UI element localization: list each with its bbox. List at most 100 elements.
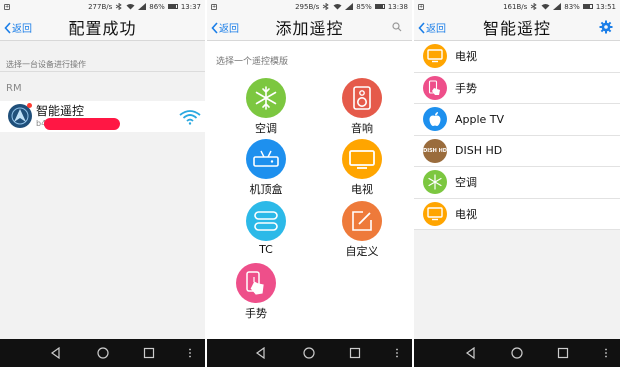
- page-title: 智能遥控: [482, 18, 551, 38]
- page-title: 添加遥控: [275, 18, 344, 38]
- item-icon-bg: [423, 170, 447, 195]
- clock: 13:38: [387, 2, 408, 11]
- bluetooth-icon: [531, 3, 537, 10]
- snowflake-icon: [255, 86, 277, 110]
- chevron-left-icon: [4, 21, 11, 34]
- remote-list: 电视 手势 Apple TV DISH HD DISH HD 空调 电视: [414, 41, 620, 230]
- item-icon-bg: [423, 201, 447, 226]
- chevron-left-icon: [418, 21, 425, 34]
- signal-icon: [138, 3, 147, 10]
- dish-icon: DISH HD: [423, 138, 447, 163]
- redaction-mark: [44, 118, 120, 130]
- navigation-bar: 返回 添加遥控: [207, 13, 412, 41]
- group-label: RM: [6, 83, 22, 94]
- template-label: 电视: [351, 183, 373, 196]
- template-tv[interactable]: 电视: [332, 139, 392, 197]
- list-item[interactable]: 手势: [414, 72, 620, 104]
- back-button[interactable]: 返回: [4, 20, 32, 35]
- template-icon-bg: [342, 139, 382, 179]
- device-name: 智能遥控: [36, 104, 85, 118]
- bluetooth-icon: [116, 3, 122, 10]
- nav-recents-icon[interactable]: [349, 347, 361, 359]
- notification-icon: +: [4, 3, 10, 10]
- new-indicator-dot: [27, 103, 32, 108]
- wifi-status-icon: [333, 4, 342, 10]
- list-item[interactable]: DISH HD DISH HD: [414, 135, 620, 167]
- search-icon[interactable]: [392, 22, 402, 32]
- list-item[interactable]: Apple TV: [414, 104, 620, 136]
- nav-more-icon[interactable]: [184, 347, 196, 359]
- template-icon-bg: [246, 78, 286, 118]
- item-icon-bg: [423, 75, 447, 100]
- chevron-left-icon: [211, 21, 218, 34]
- item-label: 电视: [455, 50, 477, 64]
- phone-screen-add-remote: + 295B/s 85% 13:38 返回 添加遥控 选择一个遥控模版 空调 音…: [207, 0, 412, 367]
- list-item[interactable]: 电视: [414, 198, 620, 230]
- bluetooth-icon: [323, 3, 329, 10]
- list-item[interactable]: 空调: [414, 167, 620, 199]
- template-label: 手势: [245, 307, 267, 320]
- template-label: 音响: [351, 122, 373, 135]
- item-label: Apple TV: [455, 112, 505, 126]
- template-tc[interactable]: TC: [236, 201, 296, 256]
- status-bar: + 277B/s 86% 13:37: [0, 0, 205, 13]
- template-icon-bg: [236, 263, 276, 303]
- navigation-bar: 返回 智能遥控: [414, 13, 620, 41]
- system-nav-bar: [414, 339, 620, 367]
- tv-icon: [349, 150, 375, 169]
- navigation-bar: 返回 配置成功: [0, 13, 205, 41]
- nav-home-icon[interactable]: [511, 347, 523, 359]
- nav-back-icon[interactable]: [50, 347, 62, 359]
- status-bar: + 161B/s 83% 13:51: [414, 0, 620, 13]
- template-gesture[interactable]: 手势: [226, 263, 286, 321]
- template-custom[interactable]: 自定义: [332, 201, 392, 259]
- battery-icon: [374, 4, 385, 9]
- nav-back-icon[interactable]: [255, 347, 267, 359]
- gesture-icon: [246, 271, 264, 295]
- template-icon-bg: [342, 78, 382, 118]
- back-button[interactable]: 返回: [211, 20, 239, 35]
- list-item[interactable]: 电视: [414, 41, 620, 73]
- template-speaker[interactable]: 音响: [332, 78, 392, 136]
- device-list-item[interactable]: 智能遥控 b4: [0, 101, 205, 132]
- nav-recents-icon[interactable]: [143, 347, 155, 359]
- status-bar: + 295B/s 85% 13:38: [207, 0, 412, 13]
- nav-more-icon[interactable]: [391, 347, 403, 359]
- signal-icon: [553, 3, 562, 10]
- nav-home-icon[interactable]: [303, 347, 315, 359]
- battery-icon: [582, 4, 593, 9]
- nav-more-icon[interactable]: [600, 347, 612, 359]
- template-label: 自定义: [345, 245, 379, 258]
- phone-screen-config-success: + 277B/s 86% 13:37 返回 配置成功 选择一台设备进行操作 RM: [0, 0, 205, 367]
- back-label: 返回: [219, 24, 239, 35]
- template-icon-bg: [246, 139, 286, 179]
- tc-icon: [254, 211, 278, 231]
- system-nav-bar: [207, 339, 412, 367]
- back-label: 返回: [426, 24, 446, 35]
- nav-home-icon[interactable]: [97, 347, 109, 359]
- edit-icon: [352, 211, 372, 231]
- back-button[interactable]: 返回: [418, 20, 446, 35]
- template-label: 机顶盒: [249, 183, 283, 196]
- gear-icon[interactable]: [599, 20, 613, 34]
- wifi-status-icon: [126, 4, 135, 10]
- remote-logo-icon: [11, 107, 29, 125]
- template-label: TC: [259, 243, 273, 256]
- nav-recents-icon[interactable]: [557, 347, 569, 359]
- template-set-top-box[interactable]: 机顶盒: [236, 139, 296, 197]
- phone-screen-smart-remote: + 161B/s 83% 13:51 返回 智能遥控 电视 手势 Apple T…: [414, 0, 620, 367]
- section-hint: 选择一台设备进行操作: [6, 60, 86, 69]
- network-speed: 295B/s: [295, 2, 320, 11]
- nav-back-icon[interactable]: [465, 347, 477, 359]
- item-label: 空调: [455, 176, 477, 190]
- wifi-signal-icon: [179, 110, 201, 125]
- network-speed: 277B/s: [88, 2, 113, 11]
- battery-icon: [167, 4, 178, 9]
- battery-percent: 83%: [564, 2, 580, 11]
- settop-box-icon: [253, 150, 279, 167]
- battery-percent: 86%: [149, 2, 165, 11]
- item-label: DISH HD: [455, 144, 503, 158]
- system-nav-bar: [0, 339, 205, 367]
- template-air-conditioner[interactable]: 空调: [236, 78, 296, 136]
- clock: 13:51: [595, 2, 616, 11]
